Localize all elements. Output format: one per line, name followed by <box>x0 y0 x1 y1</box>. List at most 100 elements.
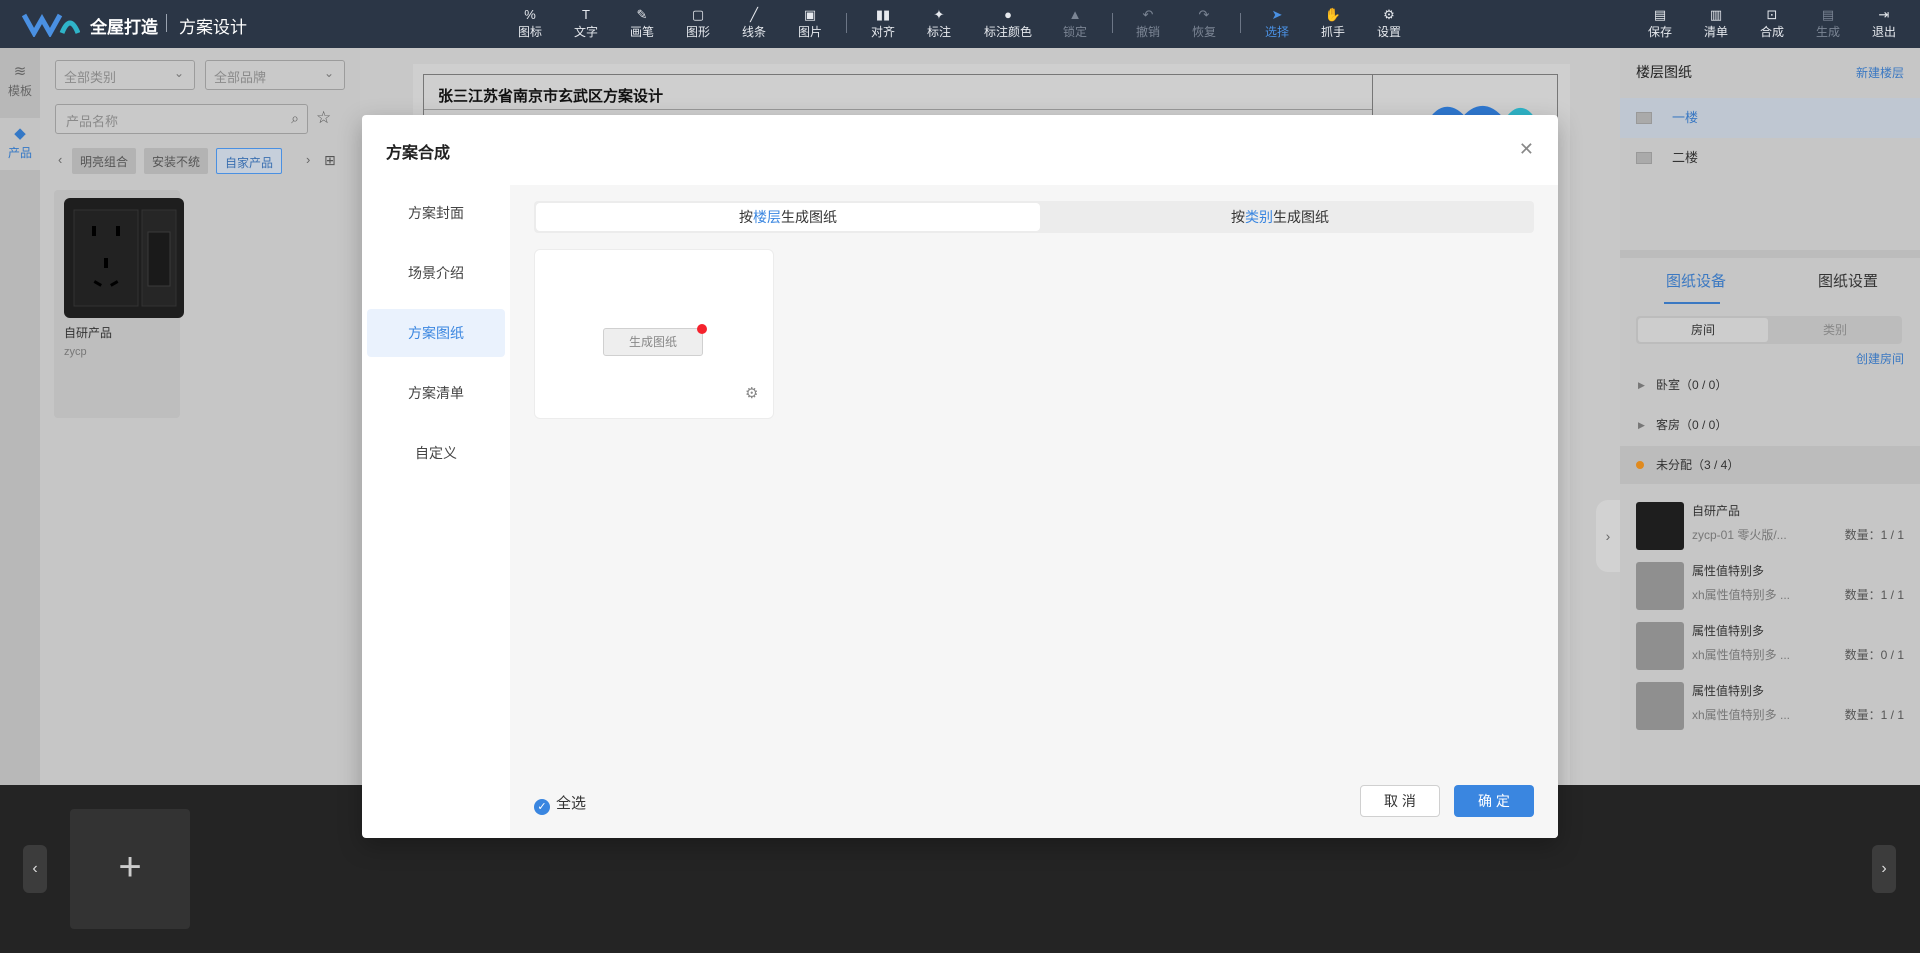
rail-item-products[interactable]: ◆ 产品 <box>0 118 40 170</box>
list-item[interactable]: 属性值特别多 xh属性值特别多 ... 数量：1 / 1 <box>1620 554 1920 614</box>
gear-icon[interactable]: ⚙ <box>745 384 758 402</box>
favorite-star-icon[interactable]: ☆ <box>316 108 331 128</box>
save-button[interactable]: ▤ 保存 <box>1632 6 1688 44</box>
product-card[interactable]: 自研产品 zycp <box>54 190 184 418</box>
chip-install[interactable]: 安装不统 <box>144 148 209 174</box>
brand-logo-icon <box>22 13 80 37</box>
generate-drawing-button[interactable]: 生成图纸 <box>603 328 703 356</box>
undo-icon: ↶ <box>1142 7 1154 22</box>
cancel-button[interactable]: 取 消 <box>1360 785 1440 817</box>
tab-by-floor[interactable]: 按楼层生成图纸 <box>536 203 1040 231</box>
tool-line-button[interactable]: ╱ 线条 <box>726 6 782 44</box>
panel-toggle-chevron-icon[interactable]: › <box>1596 500 1620 572</box>
tool-redo-button[interactable]: ↷ 恢复 <box>1176 6 1232 44</box>
confirm-button[interactable]: 确 定 <box>1454 785 1534 817</box>
merge-button[interactable]: ⊡ 合成 <box>1744 6 1800 44</box>
nav-cover[interactable]: 方案封面 <box>367 189 505 237</box>
status-dot <box>1636 461 1644 469</box>
create-room-link[interactable]: 创建房间 <box>1856 350 1904 367</box>
list-item[interactable]: 自研产品 zycp-01 零火版/... 数量：1 / 1 <box>1620 494 1920 554</box>
drawing-card: 生成图纸 ⚙ <box>534 249 774 419</box>
search-icon[interactable]: ⌕ <box>291 110 299 127</box>
tool-image-button[interactable]: ▣ 图片 <box>782 6 838 44</box>
product-thumbnail <box>64 198 184 318</box>
chip-bright-combo[interactable]: 明亮组合 <box>72 148 137 174</box>
nav-list[interactable]: 方案清单 <box>367 369 505 417</box>
generate-button[interactable]: ▤ 生成 <box>1800 6 1856 44</box>
floor-item-2[interactable]: 二楼 <box>1620 138 1920 178</box>
add-page-button[interactable]: + <box>70 809 190 929</box>
grid-view-icon[interactable]: ⊞ <box>324 152 336 169</box>
brush-icon: ✎ <box>636 7 648 22</box>
tool-icon-button[interactable]: % 图标 <box>502 6 558 44</box>
left-rail: ≋ 模板 ◆ 产品 <box>0 48 40 785</box>
nav-drawings[interactable]: 方案图纸 <box>367 309 505 357</box>
tool-hand-button[interactable]: ✋ 抓手 <box>1305 6 1361 44</box>
room-group-unassigned[interactable]: 未分配（3 / 4） <box>1620 446 1920 484</box>
tool-shape-button[interactable]: ▢ 图形 <box>670 6 726 44</box>
tab-by-category[interactable]: 按类别生成图纸 <box>1028 203 1532 231</box>
cursor-icon: ➤ <box>1271 7 1283 22</box>
toolbar-divider <box>1240 13 1241 33</box>
list-item[interactable]: 属性值特别多 xh属性值特别多 ... 数量：0 / 1 <box>1620 614 1920 674</box>
rail-item-templates[interactable]: ≋ 模板 <box>0 56 40 108</box>
check-icon: ✓ <box>534 799 550 815</box>
nav-scene[interactable]: 场景介绍 <box>367 249 505 297</box>
exit-button[interactable]: ⇥ 退出 <box>1856 6 1912 44</box>
segment-room[interactable]: 房间 <box>1638 318 1768 342</box>
generate-icon: ▤ <box>1821 7 1835 22</box>
room-group-guestroom[interactable]: ▶ 客房（0 / 0） <box>1620 406 1920 444</box>
redo-icon: ↷ <box>1198 7 1210 22</box>
brand-divider <box>166 14 167 32</box>
tool-lock-button[interactable]: ▲ 锁定 <box>1047 6 1103 44</box>
tool-align-button[interactable]: ▮▮ 对齐 <box>855 6 911 44</box>
floor-item-1[interactable]: 一楼 <box>1620 98 1920 138</box>
merge-icon: ⊡ <box>1766 7 1778 22</box>
tool-annotate-button[interactable]: ✦ 标注 <box>911 6 967 44</box>
tab-sheet-devices[interactable]: 图纸设备 <box>1666 270 1726 291</box>
tool-text-button[interactable]: T 文字 <box>558 6 614 44</box>
list-button[interactable]: ▥ 清单 <box>1688 6 1744 44</box>
list-item[interactable]: 属性值特别多 xh属性值特别多 ... 数量：1 / 1 <box>1620 674 1920 734</box>
chevron-right-icon[interactable]: › <box>1872 845 1896 893</box>
lock-icon: ▲ <box>1068 7 1082 22</box>
tool-settings-button[interactable]: ⚙ 设置 <box>1361 6 1417 44</box>
shape-icon: ▢ <box>691 7 705 22</box>
tool-undo-button[interactable]: ↶ 撤销 <box>1120 6 1176 44</box>
select-all-checkbox[interactable]: ✓ 全选 <box>534 792 586 815</box>
caret-right-icon: ▶ <box>1638 380 1645 390</box>
palette-icon: ● <box>1004 7 1012 22</box>
dialog-content: 按楼层生成图纸 按类别生成图纸 生成图纸 ⚙ ✓ 全选 取 消 确 定 <box>510 185 1558 838</box>
panel-divider <box>1620 250 1920 258</box>
product-panel: 全部类别 ⌄ 全部品牌 ⌄ 产品名称 ⌕ ☆ ‹ 明亮组合 安装不统 自家产品 … <box>40 48 360 785</box>
chevron-down-icon: ⌄ <box>173 66 184 80</box>
product-name: 自研产品 <box>64 326 113 340</box>
chevron-left-icon[interactable]: ‹ <box>58 152 62 167</box>
item-thumbnail <box>1636 622 1684 670</box>
category-select[interactable]: 全部类别 ⌄ <box>55 60 195 90</box>
segment-category[interactable]: 类别 <box>1770 318 1900 342</box>
product-search-input[interactable]: 产品名称 ⌕ <box>55 104 308 134</box>
chevron-left-icon[interactable]: ‹ <box>23 845 47 893</box>
room-group-bedroom[interactable]: ▶ 卧室（0 / 0） <box>1620 366 1920 404</box>
group-by-toggle: 房间 类别 <box>1636 316 1902 344</box>
cube-icon: ◆ <box>14 125 26 142</box>
exit-icon: ⇥ <box>1878 7 1890 22</box>
nav-custom[interactable]: 自定义 <box>367 429 505 477</box>
page-title: 方案设计 <box>179 18 247 37</box>
chip-own-products[interactable]: 自家产品 <box>216 148 283 174</box>
close-icon[interactable]: ✕ <box>1519 139 1534 160</box>
tab-sheet-settings[interactable]: 图纸设置 <box>1818 270 1878 291</box>
pin-icon: ✦ <box>933 7 945 22</box>
tool-annotate-color-button[interactable]: ● 标注颜色 <box>977 6 1039 44</box>
save-icon: ▤ <box>1653 7 1667 22</box>
brand-select[interactable]: 全部品牌 ⌄ <box>205 60 345 90</box>
layers-icon: ≋ <box>13 63 27 80</box>
new-floor-link[interactable]: 新建楼层 <box>1856 64 1904 81</box>
line-icon: ╱ <box>750 7 758 22</box>
floorplan-icon <box>1636 112 1652 124</box>
sheet-divider <box>424 109 1372 110</box>
tool-select-button[interactable]: ➤ 选择 <box>1249 6 1305 44</box>
tool-brush-button[interactable]: ✎ 画笔 <box>614 6 670 44</box>
chevron-right-icon[interactable]: › <box>306 152 310 167</box>
